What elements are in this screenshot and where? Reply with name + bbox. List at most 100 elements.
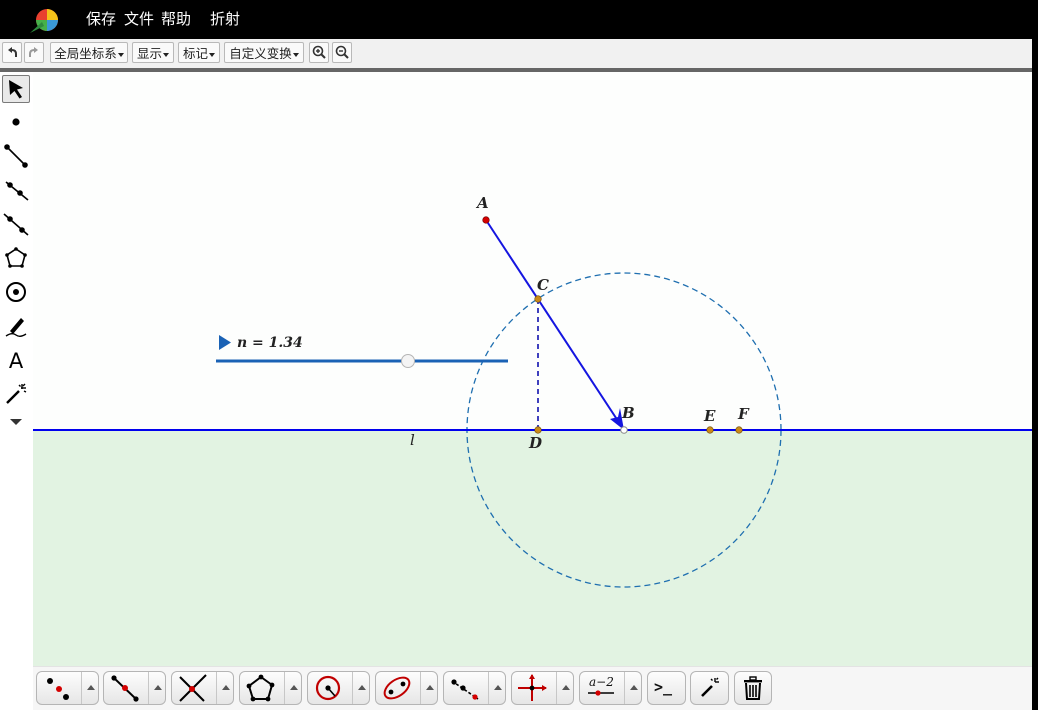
conic-tool-group[interactable] (375, 671, 438, 705)
segment-icon (111, 675, 139, 702)
zoom-out-icon (335, 45, 349, 59)
coordinate-system-dropdown[interactable]: 全局坐标系 (50, 42, 128, 63)
formula-label: a−2 (589, 675, 614, 689)
chevron-up-icon (630, 685, 638, 690)
circle-tool[interactable] (2, 278, 30, 306)
display-dropdown[interactable]: 显示 (132, 42, 174, 63)
more-icon (10, 419, 22, 425)
redo-button[interactable] (24, 42, 44, 63)
trash-icon (744, 676, 762, 700)
label-b: B (622, 404, 635, 422)
left-toolbox: A (0, 72, 34, 710)
mark-dropdown[interactable]: 标记 (178, 42, 220, 63)
upper-medium-region (33, 72, 1032, 430)
point-b[interactable] (620, 426, 628, 434)
polygon-tool[interactable] (2, 244, 30, 272)
redo-icon (29, 47, 38, 57)
label-c: C (537, 276, 549, 294)
circle-icon (6, 282, 26, 302)
ray-tool[interactable] (2, 176, 30, 204)
magic-wand-icon (6, 383, 27, 404)
chevron-down-icon (292, 52, 299, 57)
axis-crosshair-icon (518, 674, 547, 701)
label-a: A (477, 194, 489, 212)
coordinate-system-label: 全局坐标系 (54, 46, 117, 61)
point-e[interactable] (706, 426, 714, 434)
slider-handle[interactable] (401, 354, 415, 368)
intersection-tool-group[interactable] (171, 671, 234, 705)
polygon-dropdown-button[interactable] (284, 672, 303, 704)
circle-dropdown-button[interactable] (352, 672, 371, 704)
polygon-tool-group[interactable] (239, 671, 302, 705)
points-tool-group[interactable] (36, 671, 99, 705)
zoom-in-button[interactable] (309, 42, 329, 63)
segment-tool-group[interactable] (103, 671, 166, 705)
display-label: 显示 (136, 46, 162, 61)
magic-wand-button[interactable] (690, 671, 729, 705)
toolbar: 全局坐标系 显示 标记 自定义变换 (0, 39, 1032, 69)
circle-icon (315, 675, 341, 701)
segment-tool[interactable] (2, 142, 30, 170)
magic-wand-tool[interactable] (2, 380, 30, 408)
text-tool[interactable]: A (2, 346, 30, 374)
points-dropdown-button[interactable] (81, 672, 100, 704)
polygon-icon (5, 247, 27, 268)
point-c[interactable] (534, 295, 542, 303)
chevron-up-icon (358, 685, 366, 690)
formula-dropdown-button[interactable] (624, 672, 643, 704)
menu-bar: 保存 文件 帮助 折射 (0, 0, 1032, 39)
chevron-up-icon (426, 685, 434, 690)
chevron-up-icon (562, 685, 570, 690)
coordinate-dropdown-button[interactable] (556, 672, 575, 704)
polygon-icon (246, 674, 275, 702)
zoom-in-icon (312, 45, 326, 59)
chevron-up-icon (87, 685, 95, 690)
pen-tool[interactable] (2, 312, 30, 340)
undo-button[interactable] (2, 42, 22, 63)
more-tools-button[interactable] (2, 410, 30, 432)
pen-icon (5, 318, 27, 337)
segment-icon (4, 144, 28, 168)
menu-help[interactable]: 帮助 (161, 9, 191, 29)
window-edge (1032, 0, 1038, 710)
menu-file[interactable]: 文件 (124, 9, 154, 29)
coordinate-tool-group[interactable] (511, 671, 574, 705)
slider-label: n = 1.34 (237, 335, 303, 351)
point-a[interactable] (482, 216, 490, 224)
lower-medium-region (33, 430, 1032, 666)
point-f[interactable] (735, 426, 743, 434)
undo-icon (8, 47, 17, 57)
formula-tool-group[interactable]: a−2 (579, 671, 642, 705)
chevron-up-icon (290, 685, 298, 690)
parallel-line-icon (451, 679, 479, 700)
circle-tool-group[interactable] (307, 671, 370, 705)
menu-save[interactable]: 保存 (86, 9, 116, 29)
label-line-l: l (410, 431, 415, 449)
parallel-tool-group[interactable] (443, 671, 506, 705)
select-arrow-icon (9, 80, 23, 99)
chevron-up-icon (222, 685, 230, 690)
document-title: 折射 (210, 10, 241, 28)
custom-transform-dropdown[interactable]: 自定义变换 (224, 42, 304, 63)
chevron-down-icon (163, 52, 169, 57)
label-e: E (704, 407, 716, 425)
select-tool[interactable] (2, 75, 30, 103)
point-d[interactable] (534, 426, 542, 434)
point-tool[interactable] (2, 108, 30, 136)
intersection-icon (179, 674, 207, 702)
ray-icon (5, 181, 29, 201)
chevron-up-icon (154, 685, 162, 690)
geometry-svg (33, 72, 1032, 666)
bottom-toolbar: a−2 >_ (33, 666, 1032, 710)
terminal-icon: >_ (654, 678, 673, 696)
drawing-canvas[interactable]: A C B D E F l (33, 72, 1032, 710)
parallel-dropdown-button[interactable] (488, 672, 507, 704)
segment-dropdown-button[interactable] (148, 672, 167, 704)
zoom-out-button[interactable] (332, 42, 352, 63)
delete-button[interactable] (734, 671, 772, 705)
command-button[interactable]: >_ (647, 671, 686, 705)
line-tool[interactable] (2, 210, 30, 238)
app-logo-icon (30, 9, 58, 33)
intersection-dropdown-button[interactable] (216, 672, 235, 704)
conic-dropdown-button[interactable] (420, 672, 439, 704)
